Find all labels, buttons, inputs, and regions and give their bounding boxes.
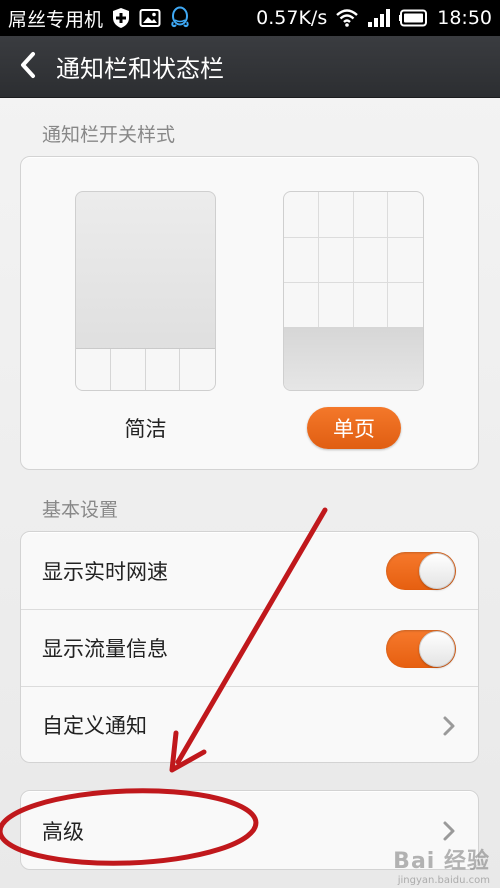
basic-settings-card: 显示实时网速 显示流量信息 自定义通知 xyxy=(20,531,479,763)
wifi-icon xyxy=(335,8,359,28)
signal-icon xyxy=(367,8,391,28)
setting-row-traffic-info[interactable]: 显示流量信息 xyxy=(21,609,478,686)
shield-plus-icon xyxy=(111,7,131,29)
image-icon xyxy=(139,8,161,28)
title-bar: 通知栏和状态栏 xyxy=(0,36,500,98)
preview-page-style[interactable] xyxy=(283,191,424,391)
network-speed: 0.57K/s xyxy=(256,7,328,29)
clock: 18:50 xyxy=(437,7,492,29)
back-button[interactable] xyxy=(0,36,56,98)
qq-icon xyxy=(169,6,191,30)
preview-simple-style[interactable] xyxy=(75,191,216,391)
battery-icon xyxy=(399,9,429,27)
advanced-label: 高级 xyxy=(42,820,84,844)
setting-row-realtime-speed[interactable]: 显示实时网速 xyxy=(21,532,478,609)
section-header-basic-settings: 基本设置 xyxy=(42,499,119,521)
chevron-right-icon xyxy=(442,715,456,737)
carrier-label: 屌丝专用机 xyxy=(8,8,104,31)
style-option-page-selected[interactable]: 单页 xyxy=(307,407,401,449)
notification-style-card: 简洁 单页 xyxy=(20,156,479,470)
back-arrow-icon xyxy=(19,51,37,83)
style-option-simple[interactable]: 简洁 xyxy=(75,413,216,443)
preview-page-shade xyxy=(284,327,423,390)
status-bar: 屌丝专用机 0.57K/s 18:50 xyxy=(0,0,500,36)
traffic-info-toggle[interactable] xyxy=(386,630,456,668)
preview-simple-toggle-row xyxy=(76,348,215,390)
preview-page-toggle-grid xyxy=(284,192,423,329)
baidu-watermark: Bai 经验 jingyan.baidu.com xyxy=(393,849,490,886)
page-title: 通知栏和状态栏 xyxy=(56,55,224,83)
realtime-speed-toggle[interactable] xyxy=(386,552,456,590)
setting-label: 自定义通知 xyxy=(42,714,147,738)
section-header-notification-style: 通知栏开关样式 xyxy=(42,124,176,146)
chevron-right-icon xyxy=(442,820,456,842)
setting-row-custom-notification[interactable]: 自定义通知 xyxy=(21,686,478,763)
